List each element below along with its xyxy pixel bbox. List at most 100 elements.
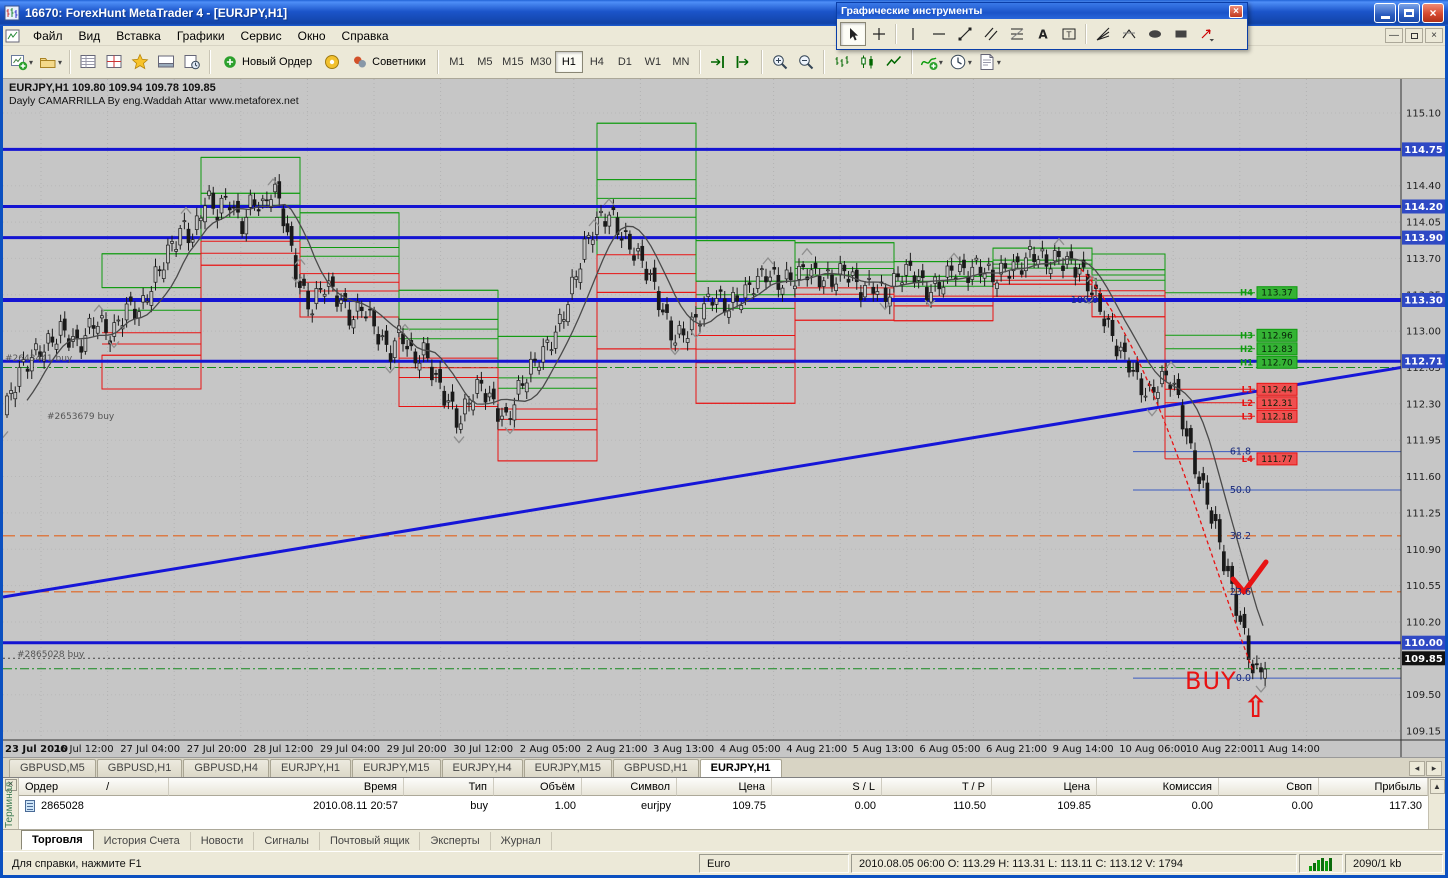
strategy-tester-button[interactable]	[179, 49, 205, 75]
maximize-button[interactable]	[1398, 3, 1420, 23]
column-header-11[interactable]: Прибыль	[1319, 778, 1428, 796]
column-header-8[interactable]: Цена	[992, 778, 1097, 796]
mdi-restore-button[interactable]	[1405, 28, 1423, 43]
fibo-expansion-tool-button[interactable]	[1116, 22, 1142, 46]
chart-tab-gbpusd-m5[interactable]: GBPUSD,M5	[9, 759, 96, 777]
tab-scroll-right-icon[interactable]: ▸	[1426, 761, 1442, 776]
mdi-close-button[interactable]: ×	[1425, 28, 1443, 43]
indicators-dropdown-icon[interactable]: ▾	[939, 58, 943, 67]
autotrading-button[interactable]	[319, 49, 345, 75]
horizontal-line-tool-button[interactable]	[926, 22, 952, 46]
line-chart-button[interactable]	[881, 49, 907, 75]
tab-scroll-left-icon[interactable]: ◂	[1409, 761, 1425, 776]
chart-area[interactable]: BUY ⇧ #2643441 buy #2653679 buy #2865028 buy…	[0, 79, 1445, 757]
terminal-tab-3[interactable]: Сигналы	[254, 831, 320, 850]
periods-dropdown-icon[interactable]: ▾	[968, 58, 972, 67]
fibo-fan-tool-button[interactable]	[1090, 22, 1116, 46]
chart-tab-gbpusd-h4[interactable]: GBPUSD,H4	[183, 759, 269, 777]
navigator-button[interactable]	[127, 49, 153, 75]
text-tool-button[interactable]: A	[1030, 22, 1056, 46]
candlestick-chart-button[interactable]	[855, 49, 881, 75]
timeframe-m30-button[interactable]: M30	[527, 51, 555, 73]
new-chart-button[interactable]: ▾	[7, 49, 36, 75]
column-header-1[interactable]: Время	[169, 778, 404, 796]
terminal-tab-4[interactable]: Почтовый ящик	[320, 831, 421, 850]
terminal-tab-6[interactable]: Журнал	[491, 831, 552, 850]
crosshair-tool-button[interactable]	[866, 22, 892, 46]
cursor-tool-button[interactable]	[840, 22, 866, 46]
terminal-tab-5[interactable]: Эксперты	[420, 831, 491, 850]
timeframe-m5-button[interactable]: M5	[471, 51, 499, 73]
column-header-2[interactable]: Тип	[404, 778, 494, 796]
timeframe-h1-button[interactable]: H1	[554, 51, 583, 73]
menu-item-вставка[interactable]: Вставка	[108, 27, 169, 45]
indicators-button[interactable]: ▾	[917, 49, 946, 75]
column-header-9[interactable]: Комиссия	[1097, 778, 1219, 796]
periods-button[interactable]: ▾	[946, 49, 975, 75]
bar-chart-button[interactable]	[829, 49, 855, 75]
zoom-out-button[interactable]	[793, 49, 819, 75]
timeframe-m15-button[interactable]: M15	[499, 51, 527, 73]
timeframe-w1-button[interactable]: W1	[639, 51, 667, 73]
new-order-button[interactable]: Новый Ордер	[215, 49, 319, 75]
chart-tab-eurjpy-h4[interactable]: EURJPY,H4	[441, 759, 523, 777]
templates-dropdown-icon[interactable]: ▾	[997, 58, 1001, 67]
chart-shift-button[interactable]	[705, 49, 731, 75]
terminal-scrollbar[interactable]: ▲	[1428, 778, 1445, 830]
fibo-retracement-tool-button[interactable]	[1004, 22, 1030, 46]
menu-item-сервис[interactable]: Сервис	[233, 27, 290, 45]
menu-item-графики[interactable]: Графики	[169, 27, 233, 45]
chart-tab-eurjpy-m15[interactable]: EURJPY,M15	[352, 759, 441, 777]
chart-page-icon	[5, 29, 21, 43]
column-header-5[interactable]: Цена	[677, 778, 772, 796]
ellipse-tool-button[interactable]	[1142, 22, 1168, 46]
chart-tab-eurjpy-h1[interactable]: EURJPY,H1	[269, 759, 352, 777]
mdi-minimize-button[interactable]: —	[1385, 28, 1403, 43]
terminal-tab-2[interactable]: Новости	[191, 831, 255, 850]
data-window-button[interactable]	[101, 49, 127, 75]
graphic-tools-titlebar[interactable]: Графические инструменты ×	[837, 3, 1247, 19]
column-header-6[interactable]: S / L	[772, 778, 882, 796]
rectangle-tool-button[interactable]	[1168, 22, 1194, 46]
menu-item-файл[interactable]: Файл	[25, 27, 71, 45]
market-watch-button[interactable]	[75, 49, 101, 75]
chart-tab-gbpusd-h1[interactable]: GBPUSD,H1	[96, 759, 183, 777]
arrows-tool-button[interactable]	[1194, 22, 1220, 46]
templates-button[interactable]: ▾	[975, 49, 1004, 75]
chart-tab-gbpusd-h1[interactable]: GBPUSD,H1	[613, 759, 699, 777]
chart-tab-eurjpy-h1[interactable]: EURJPY,H1	[699, 759, 782, 777]
menu-item-вид[interactable]: Вид	[71, 27, 109, 45]
terminal-tab-1[interactable]: История Счета	[94, 831, 191, 850]
timeframe-m1-button[interactable]: M1	[443, 51, 471, 73]
timeframe-d1-button[interactable]: D1	[611, 51, 639, 73]
profiles-button[interactable]: ▾	[36, 49, 65, 75]
timeframe-mn-button[interactable]: MN	[667, 51, 695, 73]
profiles-dropdown-icon[interactable]: ▾	[58, 58, 62, 67]
trendline-tool-button[interactable]	[952, 22, 978, 46]
scroll-up-icon[interactable]: ▲	[1429, 779, 1445, 794]
experts-button[interactable]: Советники	[345, 49, 433, 75]
menu-item-справка[interactable]: Справка	[334, 27, 397, 45]
graphic-tools-window[interactable]: Графические инструменты × AT	[836, 2, 1248, 50]
graphic-tools-close-button[interactable]: ×	[1229, 4, 1243, 18]
column-header-7[interactable]: T / P	[882, 778, 992, 796]
new-chart-dropdown-icon[interactable]: ▾	[29, 58, 33, 67]
column-header-3[interactable]: Объём	[494, 778, 582, 796]
column-header-10[interactable]: Своп	[1219, 778, 1319, 796]
terminal-tab-0[interactable]: Торговля	[21, 830, 94, 850]
terminal-panel-button[interactable]	[153, 49, 179, 75]
column-header-0[interactable]: Ордер /	[19, 778, 169, 796]
menu-item-окно[interactable]: Окно	[290, 27, 334, 45]
price-chart[interactable]: BUY⇧#2643441 buy#2653679 buy#2865028 buy…	[0, 79, 1445, 757]
text-label-tool-button[interactable]: T	[1056, 22, 1082, 46]
auto-scroll-button[interactable]	[731, 49, 757, 75]
order-row[interactable]: 2865028 2010.08.11 20:57 buy 1.00 eurjpy 109.…	[19, 796, 1428, 816]
minimize-button[interactable]	[1374, 3, 1396, 23]
zoom-in-button[interactable]	[767, 49, 793, 75]
timeframe-h4-button[interactable]: H4	[583, 51, 611, 73]
column-header-4[interactable]: Символ	[582, 778, 677, 796]
vertical-line-tool-button[interactable]	[900, 22, 926, 46]
close-button[interactable]: ×	[1422, 3, 1444, 23]
channel-tool-button[interactable]	[978, 22, 1004, 46]
chart-tab-eurjpy-m15[interactable]: EURJPY,M15	[523, 759, 613, 777]
